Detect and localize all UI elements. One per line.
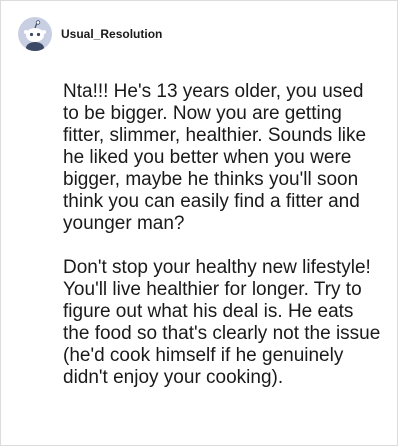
comment-header: Usual_Resolution bbox=[18, 17, 162, 51]
reddit-snoo-avatar-icon[interactable] bbox=[18, 17, 52, 51]
comment-paragraph: Don't stop your healthy new lifestyle! Y… bbox=[63, 257, 381, 388]
comment-card: Usual_Resolution Nta!!! He's 13 years ol… bbox=[0, 0, 398, 446]
username[interactable]: Usual_Resolution bbox=[61, 27, 162, 41]
comment-paragraph: Nta!!! He's 13 years older, you used to … bbox=[63, 81, 367, 234]
comment-body: Nta!!! He's 13 years older, you used to … bbox=[63, 81, 381, 411]
